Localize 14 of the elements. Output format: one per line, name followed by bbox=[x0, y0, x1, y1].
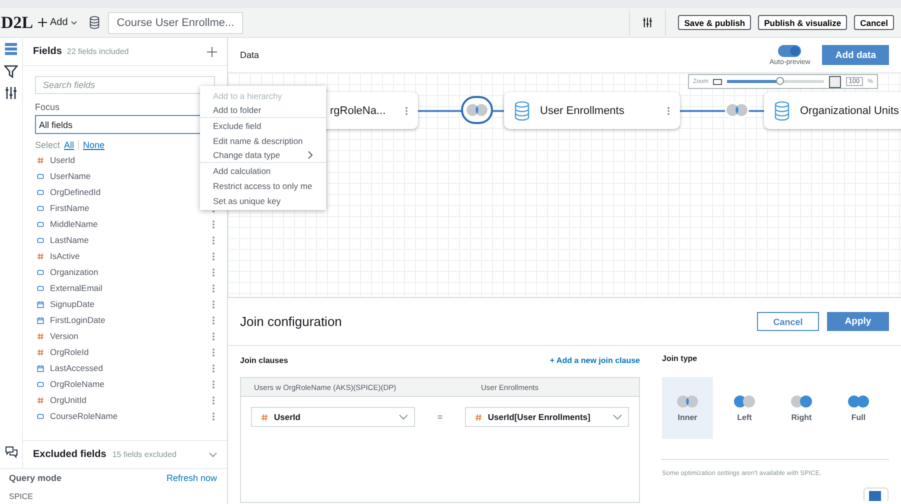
section-title: Join type bbox=[662, 354, 698, 365]
excluded-title: Excluded fields bbox=[33, 449, 106, 460]
section-title: Data bbox=[240, 50, 260, 60]
excluded-count: 15 fields excluded bbox=[112, 450, 176, 459]
section-title: Join clauses bbox=[240, 356, 288, 364]
panel-title: Fields bbox=[33, 46, 62, 57]
field-count: 22 fields included bbox=[66, 47, 129, 56]
focus-label: Focus bbox=[35, 102, 61, 112]
select-label: Select bbox=[35, 140, 60, 150]
query-mode-value: SPICE bbox=[9, 492, 34, 502]
query-mode-label: Query mode bbox=[9, 473, 63, 485]
equals-sign: = bbox=[436, 412, 444, 422]
logo: D2L bbox=[0, 12, 32, 32]
panel-title: Join configuration bbox=[240, 314, 343, 329]
